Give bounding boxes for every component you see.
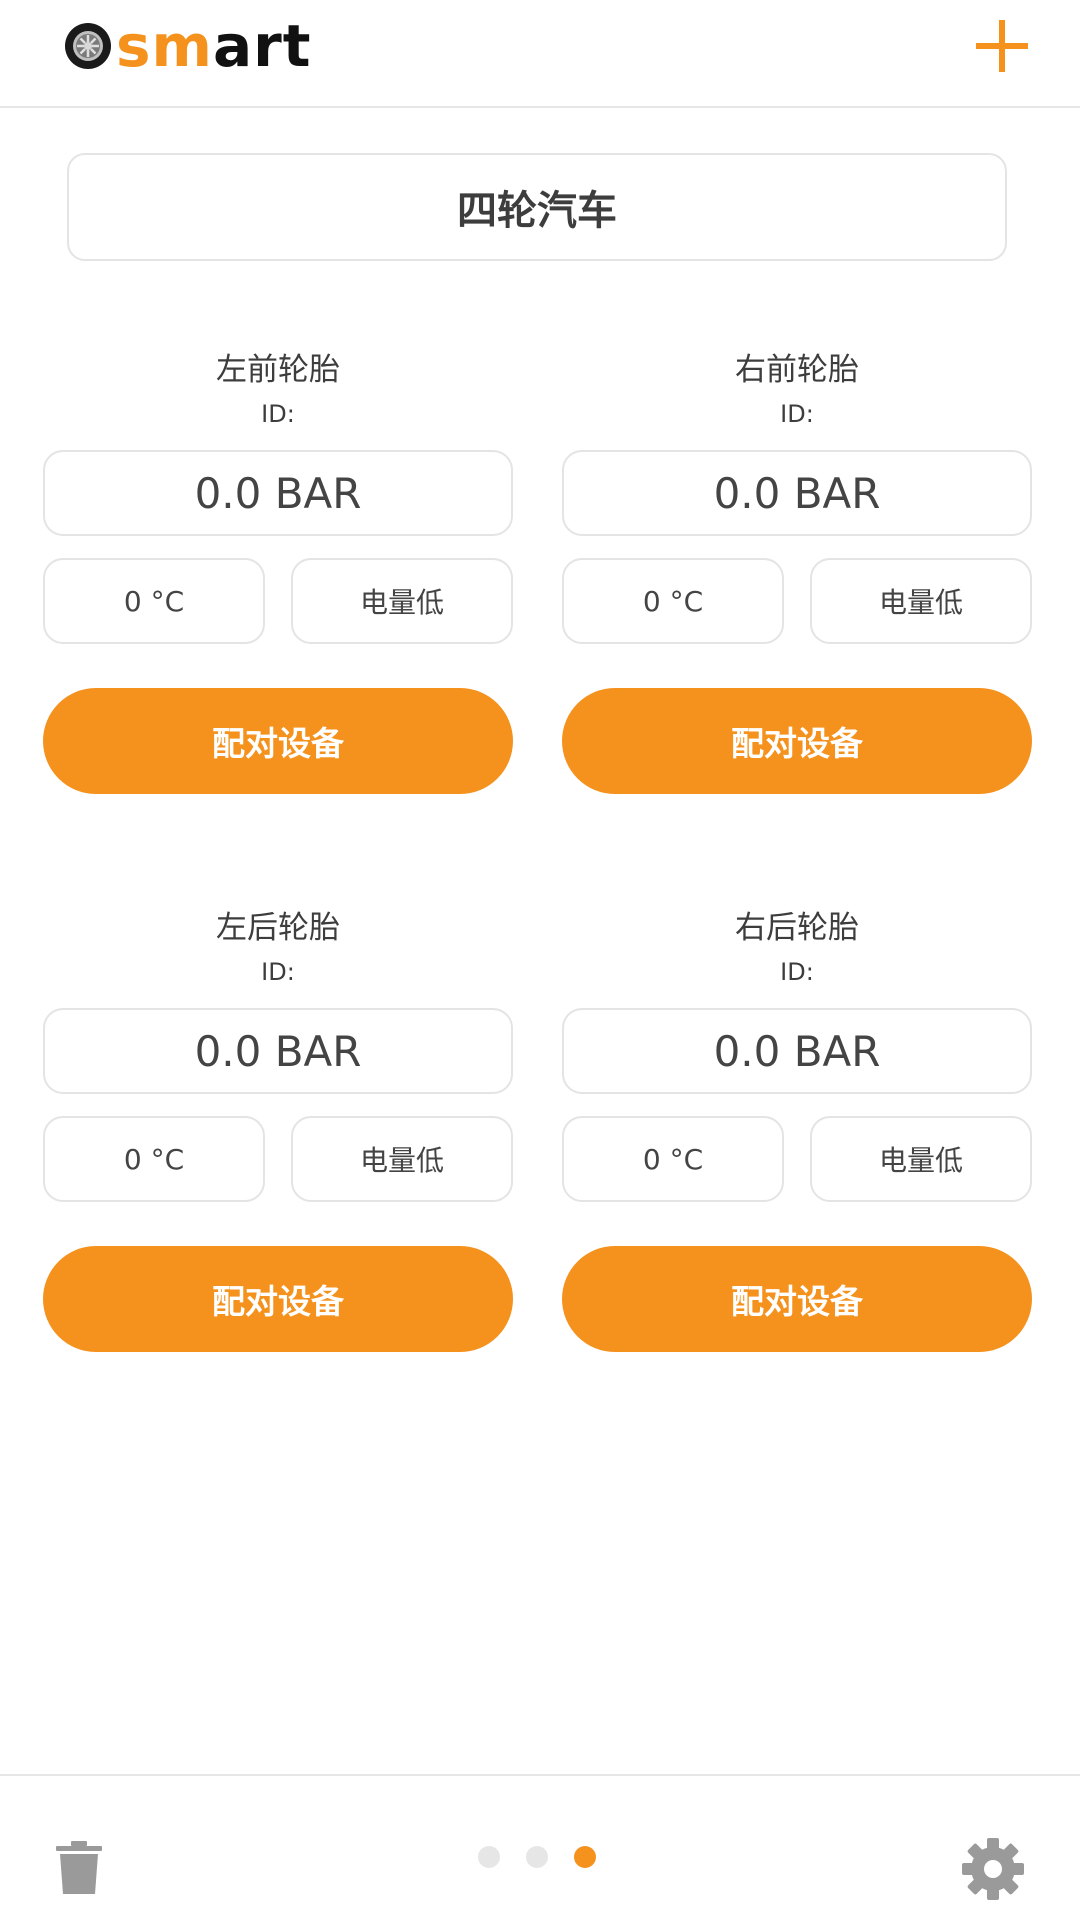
logo-letter-m: m — [151, 12, 213, 80]
temperature-readout: 0 °C — [43, 1116, 265, 1202]
battery-status: 电量低 — [810, 558, 1032, 644]
temperature-readout: 0 °C — [562, 1116, 784, 1202]
gear-icon — [962, 1838, 1024, 1900]
settings-button[interactable] — [960, 1836, 1026, 1902]
tire-name: 右后轮胎 — [735, 910, 859, 946]
smart-logo: smart — [64, 17, 311, 75]
pressure-readout: 0.0 BAR — [562, 450, 1032, 536]
page-dot-1[interactable] — [478, 1846, 500, 1868]
temperature-readout: 0 °C — [562, 558, 784, 644]
pressure-readout: 0.0 BAR — [43, 450, 513, 536]
tire-name: 左前轮胎 — [216, 352, 340, 388]
pair-device-button[interactable]: 配对设备 — [43, 1246, 513, 1352]
page-indicator — [478, 1846, 596, 1868]
add-button[interactable] — [972, 16, 1032, 76]
tire-name: 右前轮胎 — [735, 352, 859, 388]
battery-status: 电量低 — [810, 1116, 1032, 1202]
tire-id-label: ID: — [261, 958, 295, 986]
page-dot-3-active[interactable] — [574, 1846, 596, 1868]
app-header: smart — [0, 0, 1080, 108]
logo-letters-art: art — [212, 12, 312, 80]
tire-id-label: ID: — [780, 400, 814, 428]
tire-id-label: ID: — [780, 958, 814, 986]
temperature-readout: 0 °C — [43, 558, 265, 644]
tire-name: 左后轮胎 — [216, 910, 340, 946]
pressure-readout: 0.0 BAR — [43, 1008, 513, 1094]
tire-wheel-icon — [65, 23, 111, 69]
pressure-readout: 0.0 BAR — [562, 1008, 1032, 1094]
vehicle-type-title[interactable]: 四轮汽车 — [67, 153, 1007, 261]
battery-status: 电量低 — [291, 558, 513, 644]
pair-device-button[interactable]: 配对设备 — [562, 688, 1032, 794]
logo-text: smart — [116, 17, 311, 75]
trash-icon — [56, 1841, 102, 1894]
battery-status: 电量低 — [291, 1116, 513, 1202]
tire-id-label: ID: — [261, 400, 295, 428]
page-dot-2[interactable] — [526, 1846, 548, 1868]
bottom-toolbar — [0, 1774, 1080, 1920]
delete-button[interactable] — [54, 1840, 104, 1896]
logo-letter-s: s — [116, 12, 152, 80]
pair-device-button[interactable]: 配对设备 — [43, 688, 513, 794]
plus-icon — [976, 20, 1028, 72]
pair-device-button[interactable]: 配对设备 — [562, 1246, 1032, 1352]
